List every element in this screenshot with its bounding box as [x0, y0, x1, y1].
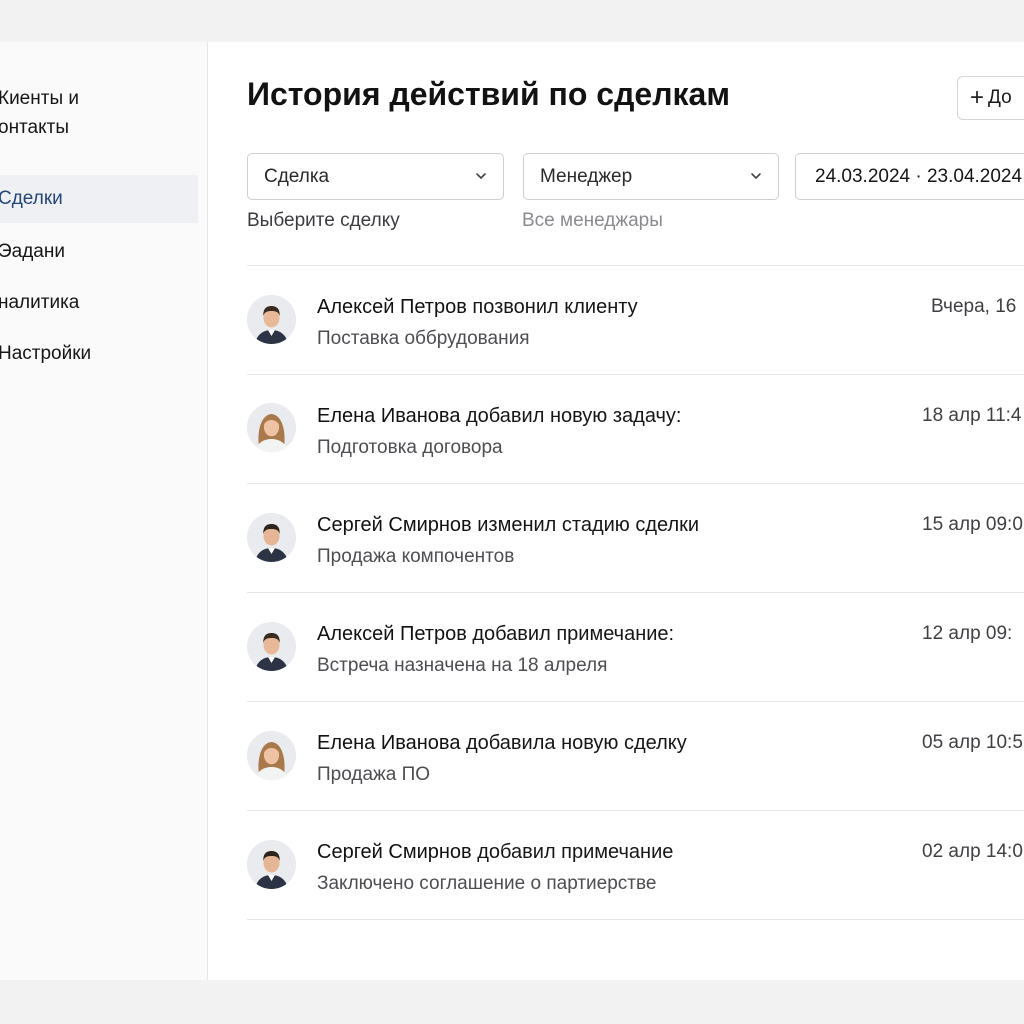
sidebar-item-deals[interactable]: Сделки	[0, 175, 198, 223]
activity-actor: Алексей Петров	[317, 623, 467, 645]
chevron-down-icon	[751, 173, 761, 179]
activity-title: Алексей Петров добавил примечание:	[317, 623, 674, 646]
main-content: История действий по сделкам + До Сделка …	[209, 42, 1024, 980]
activity-time: 05 алр 10:5	[922, 732, 1023, 753]
female-avatar-icon	[247, 731, 296, 780]
manager-select-value: Менеджер	[540, 165, 633, 187]
activity-subtitle: Подготовка договора	[317, 437, 503, 458]
activity-subtitle: Поставка оббрудования	[317, 328, 530, 349]
male-avatar-icon	[247, 622, 296, 671]
sidebar-item-label: Настройки	[0, 343, 92, 364]
activity-subtitle: Встреча назначена на 18 алреля	[317, 655, 608, 676]
activity-subtitle: Продажа компочентов	[317, 546, 515, 567]
sidebar-item-settings[interactable]: Настройки	[0, 339, 198, 368]
add-button-label: До	[988, 87, 1012, 108]
sidebar-item-label: онтакты	[0, 117, 69, 138]
activity-actor: Сергей Смирнов	[317, 841, 472, 863]
activity-action: позвонил клиенту	[466, 296, 638, 318]
activity-list: Алексей Петров позвонил клиенту Поставка…	[247, 266, 1024, 920]
sidebar-item-label: налитика	[0, 292, 80, 313]
sidebar-item-analytics[interactable]: налитика	[0, 288, 198, 317]
list-item[interactable]: Сергей Смирнов добавил примечание Заключ…	[247, 811, 1024, 920]
activity-time: 12 алр 09:	[922, 623, 1013, 644]
activity-title: Сергей Смирнов добавил примечание	[317, 841, 673, 864]
avatar	[247, 403, 296, 452]
activity-time: 18 алр 11:4	[922, 405, 1022, 426]
list-item[interactable]: Алексей Петров позвонил клиенту Поставка…	[247, 266, 1024, 375]
male-avatar-icon	[247, 513, 296, 562]
activity-time: Вчера, 16	[931, 296, 1017, 317]
activity-actor: Елена Иванова	[317, 405, 461, 427]
deal-select-value: Сделка	[264, 165, 330, 187]
avatar	[247, 513, 296, 562]
male-avatar-icon	[247, 840, 296, 889]
activity-title: Сергей Смирнов изменил стадию сделки	[317, 514, 699, 537]
activity-action: изменил стадию сделки	[471, 514, 700, 536]
activity-title: Алексей Петров позвонил клиенту	[317, 296, 638, 319]
plus-icon: +	[970, 84, 985, 111]
activity-subtitle: Продажа ПО	[317, 764, 431, 785]
avatar	[247, 295, 296, 344]
list-item[interactable]: Алексей Петров добавил примечание: Встре…	[247, 593, 1024, 702]
sidebar-item-label: Сделки	[0, 188, 63, 209]
activity-title: Елена Иванова добавила новую сделку	[317, 732, 687, 755]
activity-title: Елена Иванова добавил новую задачу:	[317, 405, 681, 428]
list-item[interactable]: Елена Иванова добавил новую задачу: Подг…	[247, 375, 1024, 484]
manager-select-hint: Все менеджары	[522, 210, 663, 231]
male-avatar-icon	[247, 295, 296, 344]
avatar	[247, 840, 296, 889]
activity-time: 02 алр 14:0	[922, 841, 1023, 862]
deal-select[interactable]: Сделка	[247, 153, 504, 200]
date-range-value: 24.03.2024 · 23.04.2024	[815, 165, 1023, 187]
chevron-down-icon	[476, 173, 486, 179]
activity-action: добавил примечание	[471, 841, 674, 863]
list-item[interactable]: Елена Иванова добавила новую сделку Прод…	[247, 702, 1024, 811]
avatar	[247, 622, 296, 671]
sidebar: Киенты и онтакты Сделки Эадани налитика …	[0, 42, 208, 980]
activity-action: добавил примечание:	[466, 623, 675, 645]
sidebar-item-label: Эадани	[0, 241, 65, 262]
avatar	[247, 731, 296, 780]
activity-actor: Сергей Смирнов	[317, 514, 472, 536]
list-item[interactable]: Сергей Смирнов изменил стадию сделки Про…	[247, 484, 1024, 593]
sidebar-item-clients[interactable]: Киенты и онтакты	[0, 84, 198, 142]
female-avatar-icon	[247, 403, 296, 452]
manager-select[interactable]: Менеджер	[523, 153, 779, 200]
activity-action: добавил новую задачу:	[460, 405, 682, 427]
deal-select-hint: Выберите сделку	[247, 210, 400, 231]
sidebar-item-tasks[interactable]: Эадани	[0, 237, 198, 266]
sidebar-item-label: Киенты и	[0, 88, 79, 109]
activity-action: добавила новую сделку	[460, 732, 687, 754]
activity-subtitle: Заключено соглашение о партиерстве	[317, 873, 657, 894]
add-button[interactable]: + До	[957, 76, 1024, 120]
activity-actor: Алексей Петров	[317, 296, 467, 318]
activity-time: 15 алр 09:0	[922, 514, 1023, 535]
app-window: Киенты и онтакты Сделки Эадани налитика …	[0, 42, 1024, 980]
activity-actor: Елена Иванова	[317, 732, 461, 754]
date-range-picker[interactable]: 24.03.2024 · 23.04.2024	[795, 153, 1024, 200]
page-title: История действий по сделкам	[247, 76, 731, 112]
